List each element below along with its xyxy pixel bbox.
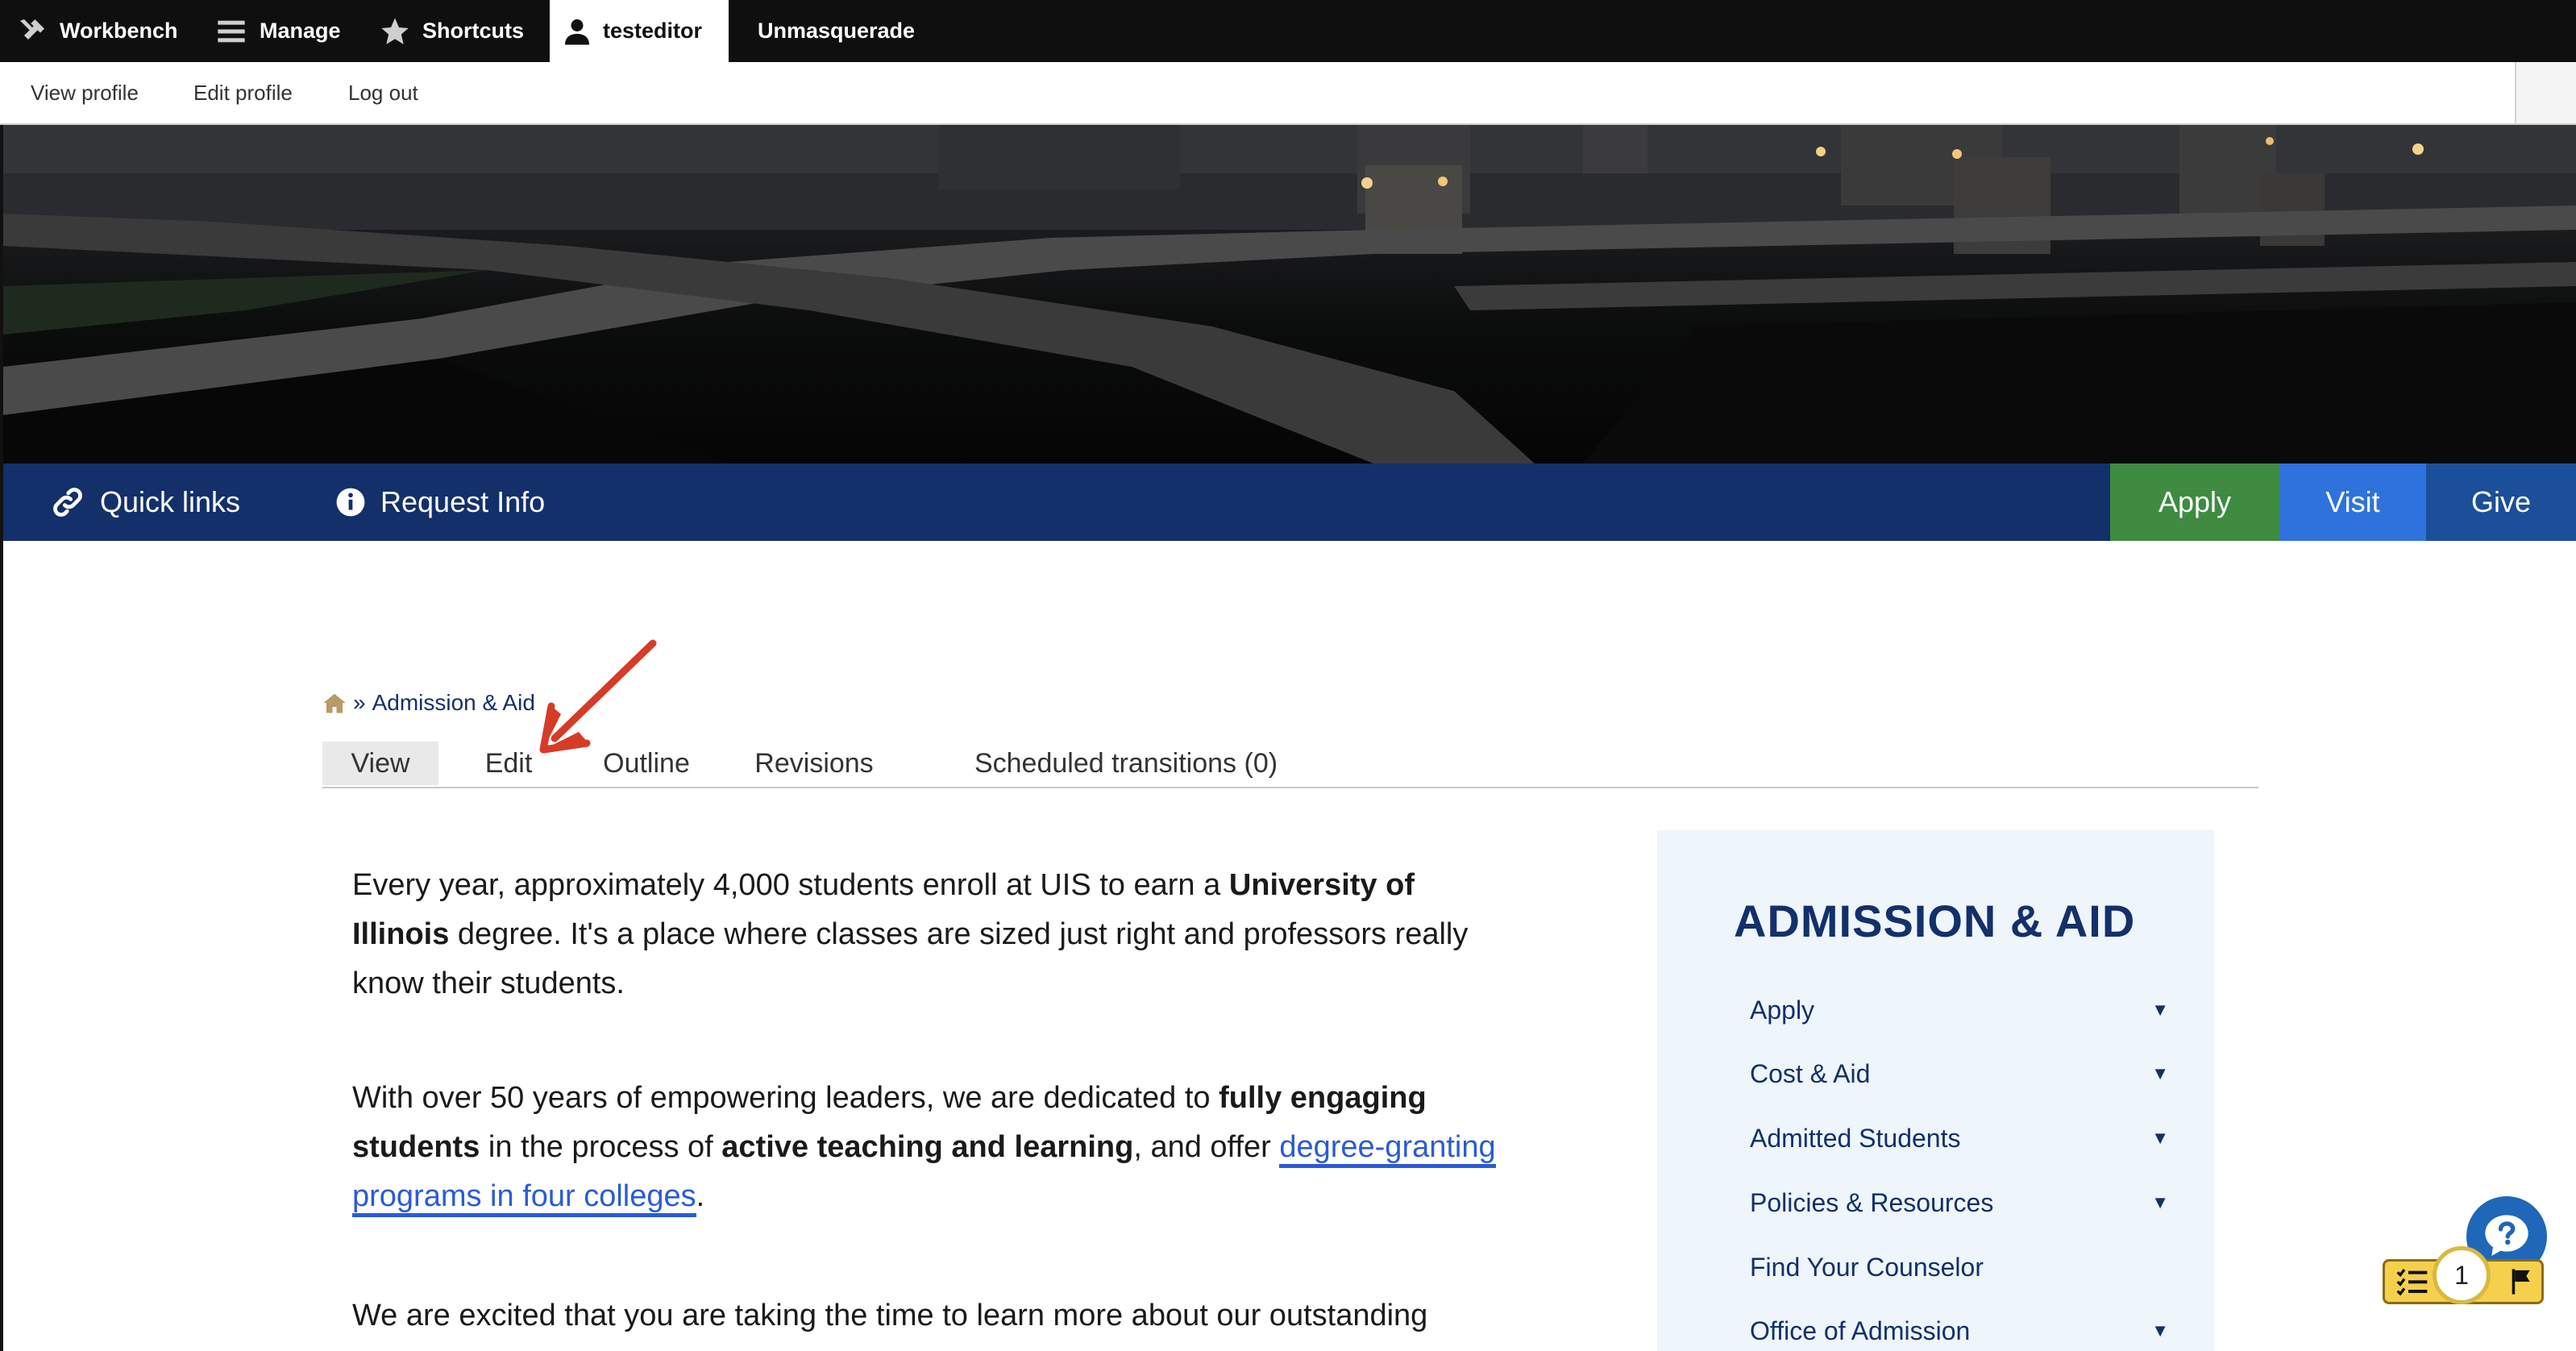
- toolbar-workbench-label: Workbench: [60, 19, 178, 43]
- sidebar-item-office-of-admission[interactable]: Office of Admission ▼: [1750, 1311, 2169, 1351]
- sidebar-item-label: Cost & Aid: [1750, 1058, 1871, 1088]
- view-profile-link[interactable]: View profile: [31, 62, 139, 123]
- sidebar-item-policies-resources[interactable]: Policies & Resources ▼: [1750, 1183, 2169, 1223]
- intro-text-2: degree. It's a place where classes are s…: [352, 917, 1469, 1000]
- home-icon[interactable]: [322, 692, 347, 714]
- log-out-link[interactable]: Log out: [348, 62, 418, 123]
- toolbar-unmasquerade[interactable]: Unmasquerade: [758, 0, 915, 62]
- link-icon: [53, 488, 82, 517]
- user-tray: View profile Edit profile Log out: [0, 62, 2576, 125]
- tab-scheduled-transitions[interactable]: Scheduled transitions (0): [953, 742, 1299, 785]
- request-info-label: Request Info: [380, 485, 546, 518]
- tab-view[interactable]: View: [322, 742, 438, 785]
- toolbar-unmasquerade-label: Unmasquerade: [758, 19, 916, 43]
- issue-count-badge[interactable]: 1: [2433, 1246, 2491, 1304]
- question-bubble-icon: [2485, 1215, 2528, 1256]
- toolbar-user-label: testeditor: [603, 19, 703, 43]
- triangle-down-icon[interactable]: ▼: [2151, 1000, 2169, 1021]
- sidebar-item-label: Office of Admission: [1750, 1316, 1971, 1345]
- edit-profile-link[interactable]: Edit profile: [193, 62, 293, 123]
- mission-text-3: , and offer: [1133, 1130, 1280, 1164]
- sidebar-item-apply[interactable]: Apply ▼: [1750, 990, 2169, 1030]
- triangle-down-icon[interactable]: ▼: [2151, 1192, 2169, 1213]
- hero-image: [3, 125, 2576, 463]
- mission-text-4: .: [696, 1179, 705, 1213]
- request-info-button[interactable]: Request Info: [335, 463, 545, 541]
- annotation-arrow: [539, 639, 657, 754]
- sidebar-item-label: Apply: [1750, 995, 1815, 1025]
- admin-toolbar: Workbench Manage Shortcuts testeditor Un…: [0, 0, 2576, 62]
- sidebar-item-find-your-counselor[interactable]: Find Your Counselor: [1750, 1247, 2169, 1287]
- toolbar-shortcuts[interactable]: Shortcuts: [379, 0, 524, 62]
- toolbar-orientation-toggle[interactable]: [2515, 62, 2576, 123]
- triangle-down-icon[interactable]: ▼: [2151, 1063, 2169, 1084]
- hamburger-icon: [218, 20, 245, 42]
- sidebar-title: ADMISSION & AID: [1734, 896, 2136, 946]
- toolbar-manage[interactable]: Manage: [214, 0, 341, 62]
- sidebar-item-label: Find Your Counselor: [1750, 1252, 1984, 1282]
- tools-icon: [20, 19, 44, 39]
- mission-text-2: in the process of: [480, 1130, 722, 1164]
- give-button[interactable]: Give: [2426, 463, 2576, 541]
- person-icon: [565, 19, 589, 44]
- site-nav-bar: Quick links Request Info Apply Visit Giv…: [3, 463, 2576, 541]
- triangle-down-icon[interactable]: ▼: [2151, 1128, 2169, 1149]
- quick-links-label: Quick links: [100, 485, 241, 518]
- checklist-icon[interactable]: [2396, 1268, 2429, 1295]
- closing-text-1: We are excited that you are taking the t…: [352, 1299, 1428, 1332]
- toolbar-user[interactable]: testeditor: [550, 0, 729, 62]
- closing-paragraph: We are excited that you are taking the t…: [352, 1291, 1497, 1341]
- toolbar-manage-label: Manage: [260, 19, 341, 43]
- toolbar-workbench[interactable]: Workbench: [16, 0, 178, 62]
- section-sidebar: ADMISSION & AID Apply ▼ Cost & Aid ▼ Adm…: [1657, 830, 2214, 1351]
- sidebar-item-label: Admitted Students: [1750, 1123, 1961, 1153]
- window-frame-edge: [0, 125, 3, 1351]
- mission-text-1: With over 50 years of empowering leaders…: [352, 1081, 1219, 1115]
- sidebar-item-cost-aid[interactable]: Cost & Aid ▼: [1750, 1054, 2169, 1094]
- mission-paragraph: With over 50 years of empowering leaders…: [352, 1074, 1497, 1221]
- mission-bold-2: active teaching and learning: [721, 1130, 1134, 1164]
- toolbar-shortcuts-label: Shortcuts: [422, 19, 525, 43]
- quick-links-button[interactable]: Quick links: [50, 463, 240, 541]
- sidebar-item-admitted-students[interactable]: Admitted Students ▼: [1750, 1118, 2169, 1158]
- star-icon: [381, 17, 409, 44]
- flag-icon[interactable]: [2509, 1268, 2533, 1295]
- info-icon: [336, 488, 365, 517]
- sidebar-item-label: Policies & Resources: [1750, 1187, 1994, 1217]
- intro-paragraph: Every year, approximately 4,000 students…: [352, 861, 1497, 1008]
- breadcrumb-admission-aid[interactable]: Admission & Aid: [372, 690, 535, 716]
- night-campus-scene: [3, 125, 2576, 463]
- tab-revisions[interactable]: Revisions: [742, 742, 887, 785]
- breadcrumb: » Admission & Aid: [322, 687, 535, 719]
- apply-button[interactable]: Apply: [2110, 463, 2279, 541]
- intro-text-1: Every year, approximately 4,000 students…: [352, 868, 1229, 902]
- visit-button[interactable]: Visit: [2279, 463, 2426, 541]
- triangle-down-icon[interactable]: ▼: [2151, 1320, 2169, 1341]
- breadcrumb-separator: »: [353, 690, 366, 715]
